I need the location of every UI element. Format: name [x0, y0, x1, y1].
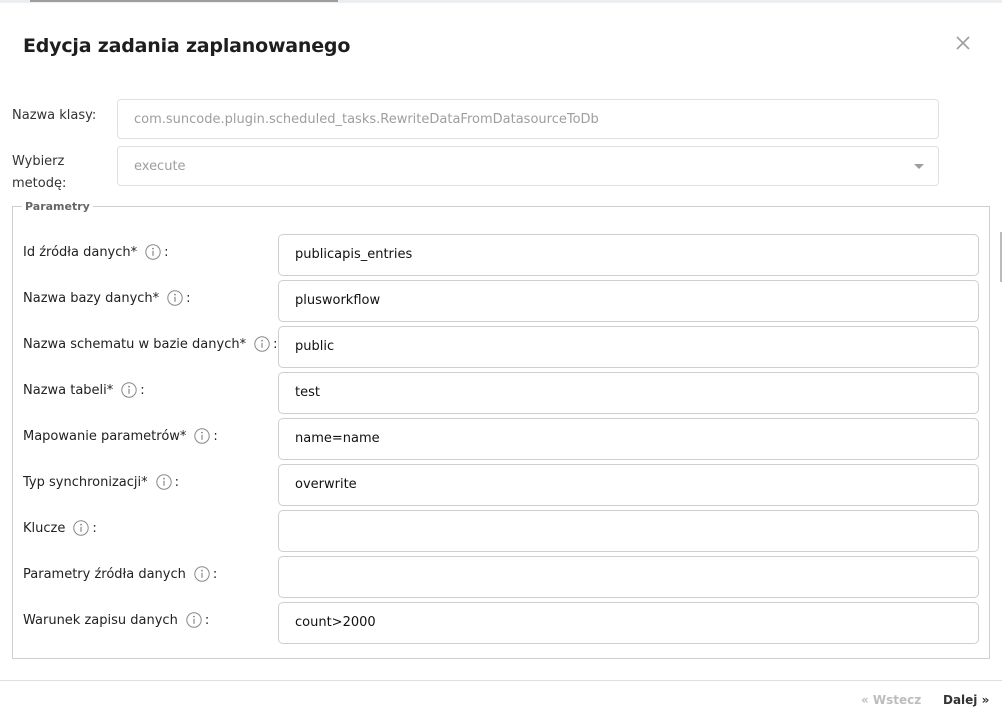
- param-label-colon: :: [213, 428, 218, 444]
- parameter-mapping-input[interactable]: name=name: [278, 418, 979, 460]
- class-name-field[interactable]: com.suncode.plugin.scheduled_tasks.Rewri…: [117, 99, 939, 139]
- param-label-write-condition: Warunek zapisu danych :: [23, 610, 209, 630]
- class-name-label: Nazwa klasy:: [12, 108, 97, 123]
- sync-type-input[interactable]: overwrite: [278, 464, 979, 506]
- param-label-database-name: Nazwa bazy danych* :: [23, 288, 191, 308]
- keys-input[interactable]: [278, 510, 979, 552]
- info-icon[interactable]: [167, 290, 183, 306]
- param-label-schema-name: Nazwa schematu w bazie danych* :: [23, 334, 277, 354]
- param-label-colon: :: [140, 382, 145, 398]
- info-icon[interactable]: [194, 428, 211, 444]
- info-icon[interactable]: [73, 520, 90, 536]
- param-label-text: Id źródła danych*: [23, 244, 138, 260]
- schema-name-input[interactable]: public: [278, 326, 979, 368]
- param-label-datasource-id: Id źródła danych* :: [23, 242, 169, 262]
- method-label-line2: metodę:: [12, 176, 67, 191]
- param-label-colon: :: [174, 474, 180, 490]
- param-label-text: Typ synchronizacji*: [23, 474, 148, 490]
- back-button[interactable]: « Wstecz: [861, 693, 921, 707]
- database-name-input[interactable]: plusworkflow: [278, 280, 979, 322]
- param-label-text: Parametry źródła danych: [23, 566, 186, 582]
- info-icon[interactable]: [145, 244, 161, 260]
- parameters-legend: Parametry: [25, 200, 90, 213]
- table-name-input[interactable]: test: [278, 372, 979, 414]
- param-label-text: Nazwa bazy danych*: [23, 290, 160, 306]
- method-label-line1: Wybierz: [12, 154, 65, 169]
- param-label-colon: :: [92, 520, 97, 536]
- param-label-colon: :: [273, 336, 278, 352]
- datasource-id-input[interactable]: publicapis_entries: [278, 234, 979, 276]
- method-select[interactable]: execute: [117, 146, 939, 186]
- info-icon[interactable]: [155, 474, 172, 490]
- param-label-parameter-mapping: Mapowanie parametrów* :: [23, 426, 218, 446]
- datasource-params-input[interactable]: [278, 556, 979, 598]
- edit-scheduled-task-dialog: Edycja zadania zaplanowanego Nazwa klasy…: [0, 0, 1002, 721]
- write-condition-input[interactable]: count>2000: [278, 602, 979, 644]
- param-label-colon: :: [164, 244, 169, 260]
- next-button[interactable]: Dalej »: [943, 693, 989, 707]
- param-label-colon: :: [204, 612, 210, 628]
- footer-divider: [0, 680, 1002, 681]
- param-label-text: Nazwa tabeli*: [23, 382, 114, 398]
- param-label-table-name: Nazwa tabeli* :: [23, 380, 145, 400]
- dialog-title: Edycja zadania zaplanowanego: [23, 35, 351, 57]
- chevron-down-icon[interactable]: [914, 164, 924, 169]
- param-label-text: Nazwa schematu w bazie danych*: [23, 336, 247, 352]
- info-icon[interactable]: [254, 336, 270, 352]
- close-icon[interactable]: [954, 34, 972, 52]
- info-icon[interactable]: [186, 612, 202, 628]
- param-label-sync-type: Typ synchronizacji* :: [23, 472, 179, 492]
- param-label-colon: :: [186, 290, 191, 306]
- method-label: Wybierz metodę:: [12, 151, 66, 195]
- param-label-text: Mapowanie parametrów*: [23, 428, 187, 444]
- info-icon[interactable]: [121, 382, 137, 398]
- param-label-text: Warunek zapisu danych: [23, 612, 178, 628]
- param-label-datasource-params: Parametry źródła danych :: [23, 564, 217, 584]
- info-icon[interactable]: [194, 566, 210, 582]
- param-label-text: Klucze: [23, 520, 66, 536]
- param-label-keys: Klucze :: [23, 518, 97, 538]
- param-label-colon: :: [212, 566, 218, 582]
